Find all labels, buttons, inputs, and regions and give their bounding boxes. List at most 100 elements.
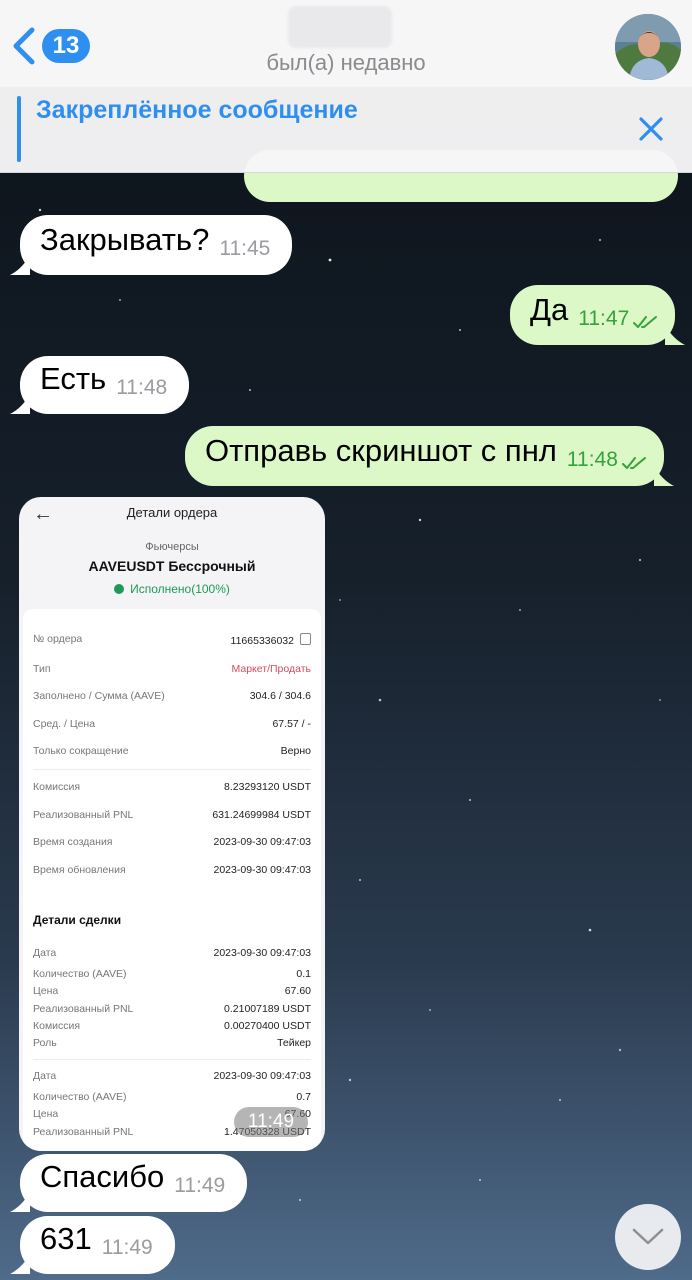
message-time: 11:49 — [101, 1236, 153, 1259]
double-check-icon — [633, 316, 658, 328]
trade-value: 2023-09-30 09:47:03 — [213, 947, 312, 959]
bubble-tail — [10, 1192, 30, 1212]
detail-label: Только сокращение — [33, 745, 129, 757]
detail-row: Время обновления 2023-09-30 09:47:03 — [33, 864, 311, 876]
trade-label: Цена — [33, 985, 59, 997]
avatar[interactable] — [615, 14, 681, 80]
pinned-title: Закреплённое сообщение — [36, 96, 358, 124]
divider — [33, 1059, 311, 1060]
order-title: Детали ордера — [126, 505, 218, 520]
detail-label: Тип — [33, 663, 51, 675]
detail-value: 2023-09-30 09:47:03 — [213, 836, 312, 848]
message-text: Да — [530, 292, 569, 327]
close-icon[interactable] — [637, 115, 665, 143]
trade-label: Дата — [33, 947, 57, 959]
message-text: Закрывать? — [40, 222, 210, 257]
trade-value: 0.7 — [296, 1091, 311, 1103]
order-status: Исполнено(100%) — [19, 582, 325, 596]
trade-value: 2023-09-30 09:47:03 — [213, 1070, 312, 1082]
check-circle-icon — [114, 584, 125, 594]
trade-row: Дата 2023-09-30 09:47:03 — [33, 1070, 311, 1082]
message-incoming[interactable]: Закрывать? 11:45 — [10, 215, 293, 275]
avatar-photo — [615, 14, 681, 80]
pinned-message-bar[interactable]: Закреплённое сообщение — [0, 86, 692, 173]
trade-row: Комиссия 0.00270400 USDT — [33, 1020, 311, 1032]
detail-label: № ордера — [33, 633, 83, 645]
message-text: 631 — [40, 1221, 92, 1256]
detail-value: 631.24699984 USDT — [212, 809, 311, 821]
bubble-tail — [10, 1254, 30, 1274]
scroll-to-bottom-button[interactable] — [615, 1204, 681, 1270]
trade-row: Реализованный PNL 0.21007189 USDT — [33, 1003, 311, 1015]
detail-value: 2023-09-30 09:47:03 — [213, 864, 312, 876]
detail-label: Комиссия — [33, 781, 81, 793]
detail-row: № ордера 11665336032 — [33, 633, 311, 647]
trade-row: Количество (AAVE) 0.1 — [33, 968, 311, 980]
trade-row: Дата 2023-09-30 09:47:03 — [33, 947, 311, 959]
message-time: 11:49 — [174, 1174, 226, 1197]
image-timestamp: 11:49 — [234, 1107, 308, 1137]
trade-value: 67.60 — [284, 985, 311, 997]
trade-value: 0.1 — [296, 968, 311, 980]
message-time: 11:47 — [578, 307, 630, 330]
detail-label: Реализованный PNL — [33, 809, 134, 821]
trade-row: Роль Тейкер — [33, 1037, 311, 1049]
bubble-tail — [10, 394, 30, 414]
detail-label: Заполнено / Сумма (AAVE) — [33, 690, 165, 702]
trade-label: Реализованный PNL — [33, 1003, 134, 1015]
message-text: Спасибо — [40, 1159, 165, 1194]
double-check-icon — [621, 457, 646, 469]
detail-label: Сред. / Цена — [33, 718, 96, 730]
bubble-tail — [665, 325, 686, 345]
order-id: 11665336032 — [230, 635, 294, 647]
contact-name-redacted[interactable] — [288, 6, 392, 48]
trade-label: Комиссия — [33, 1020, 81, 1032]
trade-label: Роль — [33, 1037, 57, 1049]
message-time: 11:45 — [219, 237, 271, 260]
chevron-down-icon — [632, 1228, 664, 1245]
detail-value: Маркет/Продать — [231, 663, 311, 675]
order-pair: AAVEUSDT Бессрочный — [88, 558, 256, 574]
trade-label: Цена — [33, 1108, 59, 1120]
trade-label: Количество (AAVE) — [33, 968, 127, 980]
trade-label: Дата — [33, 1070, 57, 1082]
trade-value: 0.21007189 USDT — [224, 1003, 311, 1015]
trade-label: Количество (AAVE) — [33, 1091, 127, 1103]
message-text: Есть — [40, 361, 107, 396]
bubble-tail — [653, 466, 674, 486]
chat-header: 13 был(а) недавно — [0, 0, 692, 87]
trade-value: Тейкер — [277, 1037, 311, 1049]
message-time: 11:48 — [566, 448, 618, 471]
message-outgoing[interactable]: Да 11:47 — [510, 285, 686, 345]
copy-icon — [300, 633, 311, 645]
message-outgoing[interactable]: Отправь скриншот с пнл 11:48 — [185, 426, 674, 486]
detail-row: Сред. / Цена 67.57 / - — [33, 718, 311, 730]
detail-row: Только сокращение Верно — [33, 745, 311, 757]
detail-label: Время обновления — [33, 864, 126, 876]
order-screenshot-image[interactable]: ← Детали ордера Фьючерсы AAVEUSDT Бессро… — [19, 497, 325, 1151]
detail-value: 11665336032 — [231, 633, 311, 647]
detail-row: Заполнено / Сумма (AAVE) 304.6 / 304.6 — [33, 690, 311, 702]
message-incoming[interactable]: Спасибо 11:49 — [10, 1154, 248, 1212]
pinned-indicator — [17, 96, 21, 162]
message-time: 11:48 — [116, 376, 168, 399]
message-incoming[interactable]: 631 11:49 — [10, 1216, 175, 1274]
trade-details-heading: Детали сделки — [33, 913, 122, 927]
detail-row: Реализованный PNL 631.24699984 USDT — [33, 809, 311, 821]
detail-value: 8.23293120 USDT — [224, 781, 311, 793]
message-incoming[interactable]: Есть 11:48 — [10, 356, 190, 414]
trade-value: 0.00270400 USDT — [224, 1020, 311, 1032]
divider — [33, 769, 311, 770]
detail-label: Время создания — [33, 836, 113, 848]
detail-row: Комиссия 8.23293120 USDT — [33, 781, 311, 793]
detail-row: Время создания 2023-09-30 09:47:03 — [33, 836, 311, 848]
trade-row: Количество (AAVE) 0.7 — [33, 1091, 311, 1103]
detail-value: Верно — [280, 745, 311, 757]
contact-status: был(а) недавно — [266, 50, 426, 75]
detail-row: Тип Маркет/Продать — [33, 663, 311, 675]
detail-value: 304.6 / 304.6 — [249, 690, 311, 702]
detail-value: 67.57 / - — [272, 718, 311, 730]
bubble-tail — [10, 255, 30, 275]
trade-row: Цена 67.60 — [33, 985, 311, 997]
order-subtitle: Фьючерсы — [145, 541, 199, 553]
